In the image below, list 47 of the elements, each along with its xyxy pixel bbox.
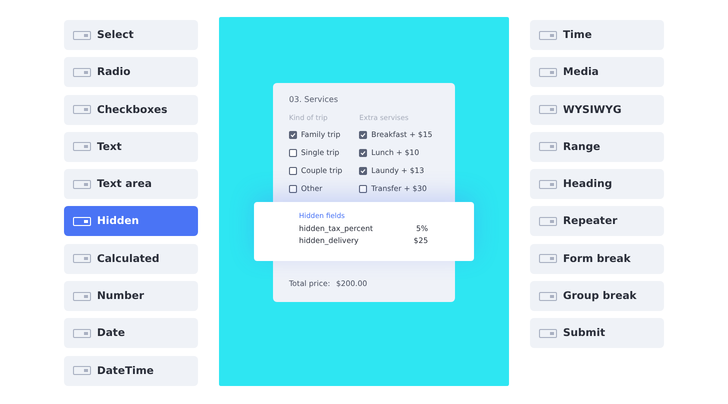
field-type-item[interactable]: Radio (64, 57, 198, 88)
checkbox[interactable] (359, 130, 368, 138)
field-icon (73, 252, 91, 266)
field-icon (73, 326, 91, 340)
field-type-item[interactable]: Text (64, 132, 198, 162)
field-icon (73, 290, 91, 303)
field-type-item[interactable]: Date (64, 318, 198, 348)
field-icon (73, 103, 91, 116)
field-icon (73, 28, 91, 42)
field-type-item[interactable]: DateTime (64, 356, 198, 386)
checkbox[interactable] (359, 148, 368, 156)
field-type-item[interactable]: Hidden (64, 206, 198, 236)
checkbox[interactable] (289, 184, 297, 192)
checkbox[interactable] (289, 148, 297, 156)
field-icon (539, 290, 557, 303)
field-icon (73, 140, 91, 154)
checkbox[interactable] (289, 130, 297, 138)
field-type-item[interactable]: Media (530, 57, 664, 88)
form-title: 03. Services (289, 95, 339, 104)
checkbox[interactable] (289, 166, 297, 174)
field-icon (73, 214, 91, 228)
field-type-item[interactable]: Time (530, 20, 664, 50)
field-icon (539, 178, 557, 191)
field-type-item[interactable]: Number (64, 281, 198, 312)
field-icon (539, 66, 557, 79)
field-icon (73, 178, 91, 191)
field-icon (539, 28, 557, 42)
field-type-item[interactable]: Range (530, 132, 664, 162)
field-type-item[interactable]: Repeater (530, 206, 664, 236)
field-type-item[interactable]: Select (64, 20, 198, 50)
field-type-item[interactable]: Group break (530, 281, 664, 312)
field-type-item[interactable]: Text area (64, 169, 198, 200)
field-icon (539, 140, 557, 154)
field-icon (539, 103, 557, 116)
field-type-item[interactable]: Checkboxes (64, 94, 198, 125)
field-icon (539, 326, 557, 340)
field-type-item[interactable]: WYSIWYG (530, 94, 664, 125)
field-type-item[interactable]: Form break (530, 244, 664, 274)
field-icon (73, 66, 91, 79)
field-icon (539, 252, 557, 266)
field-icon (539, 214, 557, 228)
field-icon (73, 364, 91, 378)
checkbox[interactable] (359, 166, 368, 174)
checkbox[interactable] (359, 184, 368, 192)
field-type-item[interactable]: Calculated (64, 244, 198, 274)
field-type-item[interactable]: Submit (530, 318, 664, 348)
field-type-item[interactable]: Heading (530, 169, 664, 200)
